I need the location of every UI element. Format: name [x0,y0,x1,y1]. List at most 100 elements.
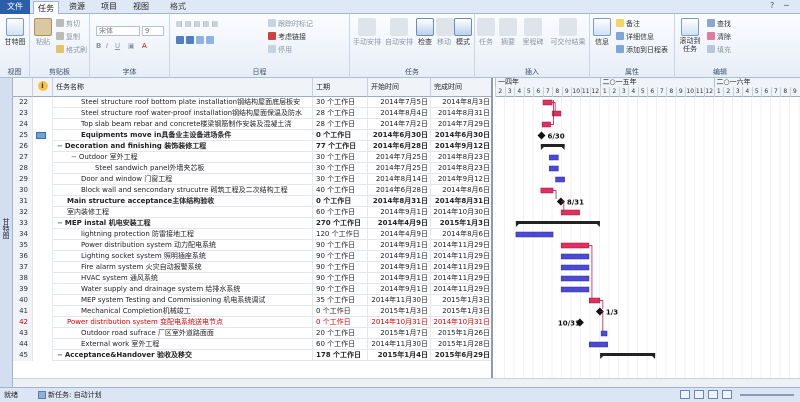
task-name-cell[interactable]: Equipments move in具备业主设备进场条件 [53,130,313,141]
duration-cell[interactable]: 120 个工作日 [313,229,368,240]
row-indicator[interactable] [33,262,53,273]
progress-0-icon[interactable]: ▤ ▤ ▤ ▤ ▤ [176,20,218,28]
row-id[interactable]: 41 [13,306,33,317]
insert-summary-button[interactable]: 摘要 [499,18,517,47]
table-row[interactable]: 34 lightning protection 防雷接地工程 120 个工作日 201… [13,229,491,240]
summary-bar[interactable] [600,353,656,356]
scroll-to-task-button[interactable]: 滚动到任务 [677,18,703,53]
task-usage-shortcut-icon[interactable] [694,390,704,399]
insert-task-button[interactable]: 任务 [477,18,495,47]
font-size-select[interactable]: 9 [142,26,164,36]
duration-cell[interactable]: 90 个工作日 [313,262,368,273]
table-row[interactable]: 22 Steel structure roof bottom plate inst… [13,97,491,108]
duration-cell[interactable]: 40 个工作日 [313,185,368,196]
task-bar[interactable] [555,176,565,183]
row-indicator[interactable] [33,306,53,317]
collapse-toggle-icon[interactable]: − [71,153,77,161]
table-row[interactable]: 27− Outdoor 室外工程 30 个工作日 2014年7月25日 2014年8月2… [13,152,491,163]
finish-cell[interactable]: 2014年8月23日 [431,163,491,174]
tab-resource[interactable]: 资源 [64,0,90,14]
table-row[interactable]: 38 HVAC system 通风系统 90 个工作日 2014年9月1日 2014年1… [13,273,491,284]
gantt-view-shortcut-icon[interactable] [680,390,690,399]
task-name-cell[interactable]: Steel sandwich panel外墙夹芯板 [53,163,313,174]
minimize-icon[interactable]: ─ [784,1,789,10]
task-name-cell[interactable]: External work 室外工程 [53,339,313,350]
task-name-cell[interactable]: Mechanical Completion机械竣工 [53,306,313,317]
summary-bar[interactable] [540,144,565,147]
inactivate-button[interactable]: 停用 [268,45,292,55]
finish-cell[interactable]: 2015年1月28日 [431,339,491,350]
table-row[interactable]: 31 Main structure acceptance主体结构验收 0 个工作日 2… [13,196,491,207]
row-id[interactable]: 29 [13,174,33,185]
task-name-cell[interactable]: − Decoration and finishing 装饰装修工程 [53,141,313,152]
collapse-toggle-icon[interactable]: − [57,351,63,359]
resource-sheet-shortcut-icon[interactable] [722,390,732,399]
row-id[interactable]: 28 [13,163,33,174]
task-bar[interactable] [560,209,580,216]
duration-cell[interactable]: 0 个工作日 [313,306,368,317]
duration-cell[interactable]: 0 个工作日 [313,317,368,328]
task-bar[interactable] [549,165,559,172]
finish-cell[interactable]: 2014年8月3日 [431,97,491,108]
row-indicator[interactable] [33,97,53,108]
duration-cell[interactable]: 178 个工作日 [313,350,368,361]
table-row[interactable]: 28 Steel sandwich panel外墙夹芯板 30 个工作日 2014年7… [13,163,491,174]
details-button[interactable]: 详细信息 [616,32,654,42]
task-name-cell[interactable]: Block wall and sencondary strucutre 砌筑工程… [53,185,313,196]
row-id[interactable]: 32 [13,207,33,218]
row-indicator[interactable] [33,317,53,328]
tab-file[interactable]: 文件 [0,0,30,14]
task-name-cell[interactable]: Power distribution system 变配电系统送电节点 [53,317,313,328]
row-indicator[interactable] [33,174,53,185]
duration-cell[interactable]: 0 个工作日 [313,130,368,141]
table-row[interactable]: 32 室内装修工程 60 个工作日 2014年9月1日 2014年10月30日 [13,207,491,218]
table-row[interactable]: 33− MEP instal 机电安装工程 270 个工作日 2014年4月9日 201… [13,218,491,229]
help-icon[interactable]: ? [770,1,774,10]
task-name-cell[interactable]: Power distribution system 动力配电系统 [53,240,313,251]
finish-cell[interactable]: 2014年11月29日 [431,273,491,284]
table-row[interactable]: 29 Door and window 门窗工程 30 个工作日 2014年8月14日 2… [13,174,491,185]
row-indicator[interactable] [33,229,53,240]
finish-cell[interactable]: 2015年1月3日 [431,306,491,317]
task-bar[interactable] [560,264,590,271]
duration-cell[interactable]: 30 个工作日 [313,163,368,174]
start-cell[interactable]: 2015年1月7日 [368,328,431,339]
task-name-cell[interactable]: Main structure acceptance主体结构验收 [53,196,313,207]
mark-on-track-button[interactable]: 跟踪时标记 [268,19,313,29]
row-id[interactable]: 44 [13,339,33,350]
start-cell[interactable]: 2014年11月30日 [368,295,431,306]
start-cell[interactable]: 2014年7月2日 [368,119,431,130]
italic-button[interactable]: I [106,42,108,50]
finish-cell[interactable]: 2014年8月31日 [431,108,491,119]
duration-cell[interactable]: 90 个工作日 [313,251,368,262]
task-name-cell[interactable]: Water supply and drainage system 给排水系统 [53,284,313,295]
respect-links-button[interactable]: 考虑链接 [268,32,306,42]
row-indicator[interactable] [33,207,53,218]
table-row[interactable]: 45− Acceptance&Handover 验收及移交 178 个工作日 2015… [13,350,491,361]
inspect-button[interactable]: 检查 [416,18,434,47]
milestone-diamond[interactable] [537,131,546,140]
font-family-select[interactable]: 宋体 [96,26,140,36]
row-id[interactable]: 33 [13,218,33,229]
task-bar[interactable] [589,341,608,348]
task-bar[interactable] [589,297,601,304]
duration-cell[interactable]: 28 个工作日 [313,108,368,119]
task-name-cell[interactable]: lightning protection 防雷接地工程 [53,229,313,240]
task-name-cell[interactable]: Outdoor road sufrace 厂区室外道路面面 [53,328,313,339]
task-bar[interactable] [541,121,551,128]
row-id[interactable]: 31 [13,196,33,207]
table-row[interactable]: 24 Top slab beam rebar and concrete楼梁钢筋制作… [13,119,491,130]
task-bar[interactable] [515,231,554,238]
start-cell[interactable]: 2014年6月30日 [368,130,431,141]
column-header-duration[interactable]: 工期 [313,78,368,97]
finish-cell[interactable]: 2014年8月23日 [431,152,491,163]
indicators-header[interactable]: i [33,78,53,97]
manual-schedule-button[interactable]: 手动安排 [352,18,382,47]
start-cell[interactable]: 2015年1月3日 [368,306,431,317]
row-id[interactable]: 35 [13,240,33,251]
table-row[interactable]: 25 Equipments move in具备业主设备进场条件 0 个工作日 2014… [13,130,491,141]
task-bar[interactable] [540,187,554,194]
task-bar[interactable] [549,154,559,161]
finish-cell[interactable]: 2014年10月31日 [431,317,491,328]
task-name-cell[interactable]: − Outdoor 室外工程 [53,152,313,163]
